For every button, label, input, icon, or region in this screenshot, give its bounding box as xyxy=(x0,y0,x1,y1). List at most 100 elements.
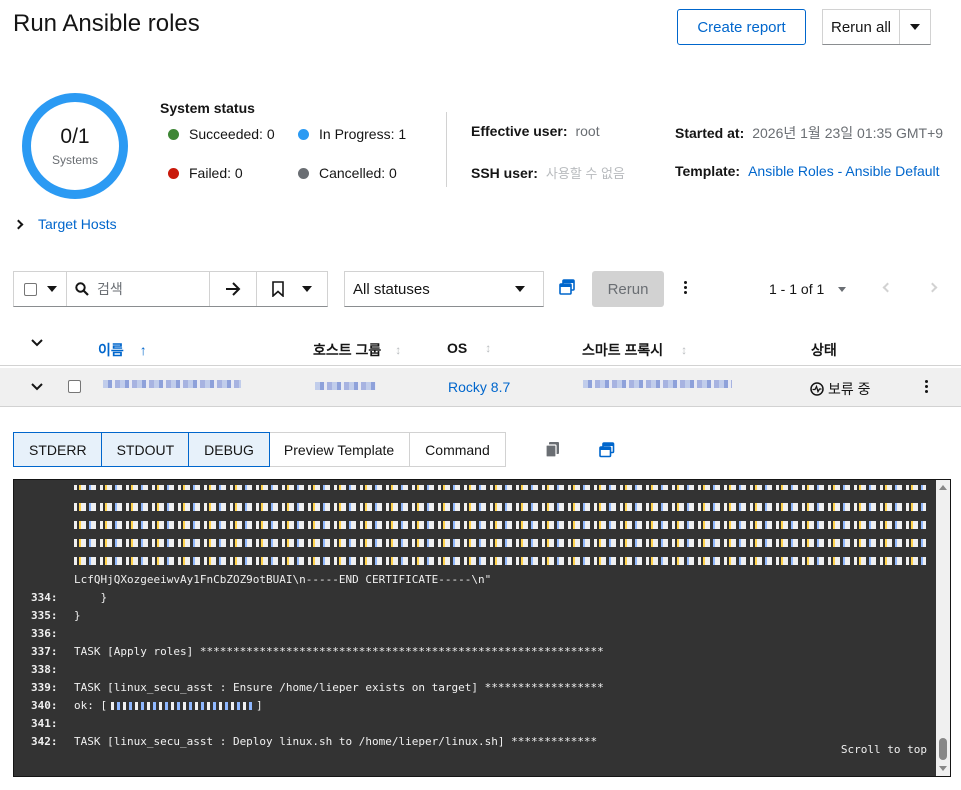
tab-debug[interactable]: DEBUG xyxy=(188,432,270,467)
search-submit-button[interactable] xyxy=(210,272,257,306)
caret-down-icon xyxy=(910,24,920,30)
redacted-output xyxy=(74,539,926,547)
select-all-checkbox[interactable] xyxy=(23,282,37,296)
row-checkbox[interactable] xyxy=(68,380,81,393)
started-at-value: 2026년 1월 23일 01:35 GMT+9 xyxy=(752,125,944,141)
next-page-icon[interactable] xyxy=(927,282,938,293)
table-header-row: 이름 ↑ 호스트 그룹 ↕ OS ↕ 스마트 프록시 ↕ 상태 xyxy=(0,330,961,366)
row-kebab-icon[interactable] xyxy=(925,380,928,393)
column-header-name[interactable]: 이름 ↑ xyxy=(98,340,147,360)
status-in-progress-label: In Progress: 1 xyxy=(319,126,407,142)
tab-command[interactable]: Command xyxy=(410,433,505,466)
ssh-user-value: 사용할 수 없음 xyxy=(545,166,625,181)
tab-stderr[interactable]: STDERR xyxy=(13,432,103,467)
redacted-output xyxy=(74,503,926,511)
caret-down-icon xyxy=(515,286,525,292)
open-in-new-window-icon[interactable] xyxy=(559,279,576,296)
bookmark-icon xyxy=(272,281,284,297)
search-icon xyxy=(75,282,89,296)
column-header-status-label: 상태 xyxy=(811,342,837,358)
status-succeeded-label: Succeeded: 0 xyxy=(189,126,275,142)
output-tabs: STDERR STDOUT DEBUG Preview Template Com… xyxy=(13,432,506,467)
previous-page-icon[interactable] xyxy=(882,282,893,293)
toolbar-kebab-icon[interactable] xyxy=(684,281,687,294)
ssh-user: SSH user: 사용할 수 없음 xyxy=(471,163,625,182)
rerun-button[interactable]: Rerun xyxy=(592,271,664,307)
target-hosts-toggle[interactable]: Target Hosts xyxy=(13,216,117,232)
create-report-button[interactable]: Create report xyxy=(677,9,806,45)
started-at: Started at: 2026년 1월 23일 01:35 GMT+9 xyxy=(675,123,943,143)
effective-user-label: Effective user: xyxy=(471,123,568,139)
target-hosts-label: Target Hosts xyxy=(38,216,117,232)
status-filter-value: All statuses xyxy=(353,280,430,298)
donut-label: Systems xyxy=(51,153,98,167)
tab-preview-template[interactable]: Preview Template xyxy=(269,433,411,466)
column-header-os-label: OS xyxy=(447,340,468,356)
rerun-all-button[interactable]: Rerun all xyxy=(823,10,900,44)
expand-all-toggle[interactable] xyxy=(31,339,43,347)
redacted-text xyxy=(111,702,253,710)
copy-icon[interactable] xyxy=(545,441,560,458)
output-terminal[interactable]: LcfQHjQXozgeeiwvAy1FnCbZOZ9otBUAI\n-----… xyxy=(13,479,951,777)
cancelled-dot-icon xyxy=(298,167,309,179)
template-link[interactable]: Ansible Roles - Ansible Default xyxy=(748,163,939,179)
ssh-user-label: SSH user: xyxy=(471,165,538,181)
tab-stdout[interactable]: STDOUT xyxy=(100,432,191,467)
donut-value: 0/1 xyxy=(60,125,90,148)
column-header-smart-proxy-label: 스마트 프록시 xyxy=(582,342,664,358)
open-in-new-window-icon[interactable] xyxy=(599,442,615,458)
redacted-output xyxy=(74,485,926,490)
sort-ascending-icon: ↑ xyxy=(139,342,147,358)
column-header-smart-proxy[interactable]: 스마트 프록시 ↕ xyxy=(582,340,687,360)
scroll-to-top-link[interactable]: Scroll to top xyxy=(841,743,927,756)
redacted-output xyxy=(74,521,926,529)
search-input[interactable] xyxy=(97,281,197,297)
status-failed: Failed: 0 xyxy=(168,165,243,181)
scroll-down-icon[interactable] xyxy=(939,766,947,771)
systems-donut-chart: 0/1 Systems xyxy=(22,93,128,199)
column-header-host-group[interactable]: 호스트 그룹 ↕ xyxy=(313,340,401,360)
column-header-host-group-label: 호스트 그룹 xyxy=(313,342,382,358)
caret-down-icon xyxy=(302,286,312,292)
terminal-scrollbar[interactable] xyxy=(936,480,950,776)
row-os-link[interactable]: Rocky 8.7 xyxy=(448,379,510,395)
status-cancelled: Cancelled: 0 xyxy=(298,165,397,181)
column-header-status: 상태 xyxy=(811,340,837,360)
status-filter-select[interactable]: All statuses xyxy=(344,271,544,307)
summary-divider xyxy=(446,112,447,187)
pagination-toggle[interactable]: 1 - 1 of 1 xyxy=(769,281,847,297)
search-box xyxy=(67,272,210,306)
sort-icon: ↕ xyxy=(485,341,492,355)
bookmarks-dropdown[interactable] xyxy=(257,272,327,306)
bulk-select[interactable] xyxy=(14,272,67,306)
column-header-os[interactable]: OS ↕ xyxy=(447,340,491,356)
status-failed-label: Failed: 0 xyxy=(189,165,243,181)
effective-user: Effective user: root xyxy=(471,123,600,139)
status-cancelled-label: Cancelled: 0 xyxy=(319,165,397,181)
failed-dot-icon xyxy=(168,167,179,179)
output-line: 340: ok: [] xyxy=(31,699,263,712)
redacted-text xyxy=(583,380,732,388)
rerun-all-toggle[interactable] xyxy=(900,10,930,44)
caret-down-icon[interactable] xyxy=(46,286,57,292)
template-label: Template: xyxy=(675,163,741,179)
template: Template: Ansible Roles - Ansible Default xyxy=(675,163,940,179)
row-host-group-redacted xyxy=(315,382,376,390)
rerun-all-split-button[interactable]: Rerun all xyxy=(822,9,931,45)
pagination-label: 1 - 1 of 1 xyxy=(769,281,825,297)
row-expand-toggle[interactable] xyxy=(31,383,43,391)
page-title: Run Ansible roles xyxy=(13,10,200,37)
in-progress-dot-icon xyxy=(298,128,309,140)
system-status-title: System status xyxy=(160,100,255,116)
row-name-redacted[interactable] xyxy=(103,380,241,388)
row-status-label: 보류 중 xyxy=(828,381,871,397)
arrow-right-icon xyxy=(226,282,241,296)
scrollbar-thumb[interactable] xyxy=(939,738,947,760)
started-at-label: Started at: xyxy=(675,125,745,141)
scroll-up-icon[interactable] xyxy=(939,485,947,490)
chevron-right-icon xyxy=(13,219,24,229)
caret-down-icon xyxy=(838,286,847,292)
row-status: 보류 중 xyxy=(810,379,871,399)
redacted-output xyxy=(74,557,926,565)
sort-icon: ↕ xyxy=(681,343,688,357)
